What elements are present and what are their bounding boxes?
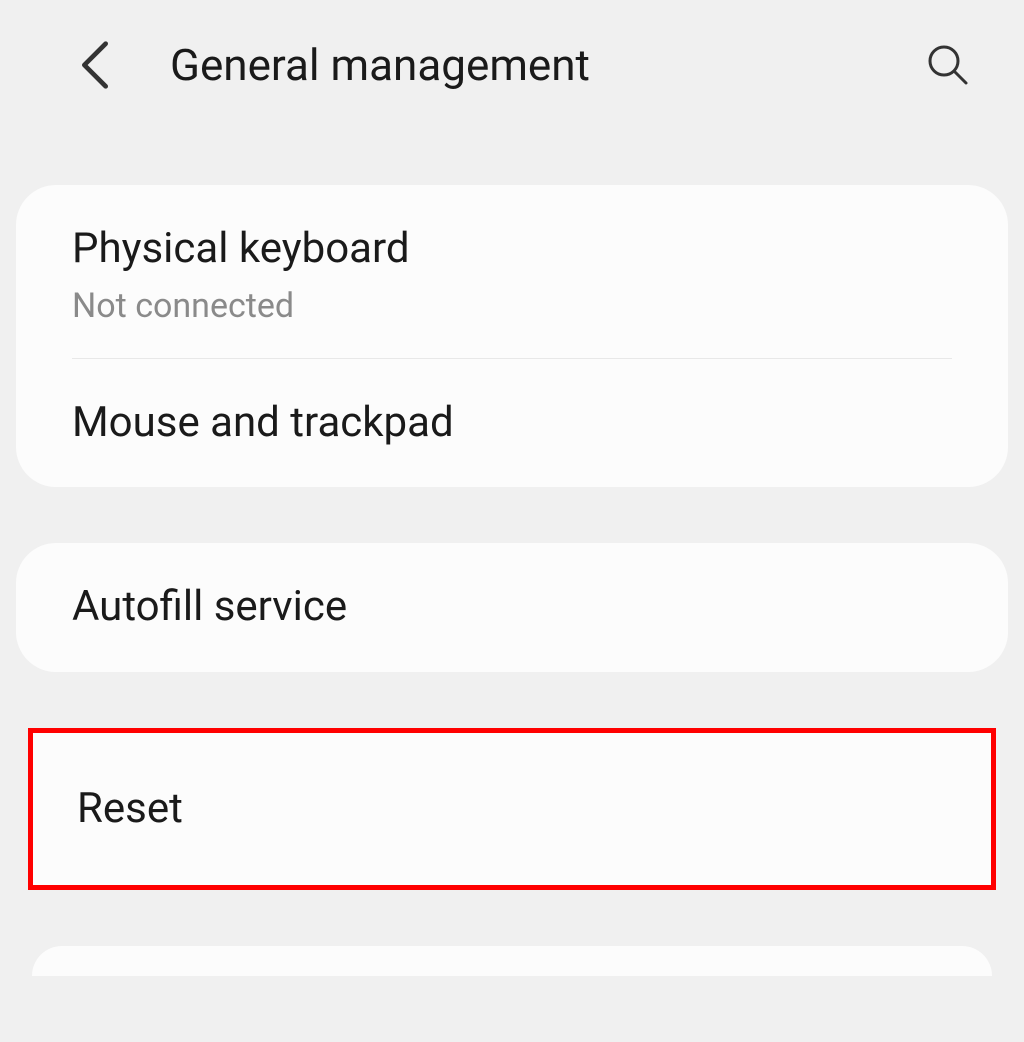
settings-group: Physical keyboard Not connected Mouse an… [16, 185, 1008, 487]
reset-item[interactable]: Reset [33, 733, 991, 886]
item-title: Mouse and trackpad [72, 397, 952, 450]
item-title: Autofill service [72, 581, 952, 634]
back-button[interactable] [70, 40, 120, 90]
physical-keyboard-item[interactable]: Physical keyboard Not connected [16, 185, 1008, 358]
item-title: Physical keyboard [72, 223, 952, 276]
settings-group-highlighted: Reset [28, 728, 996, 891]
item-subtitle: Not connected [72, 284, 952, 328]
search-button[interactable] [920, 37, 976, 93]
chevron-left-icon [79, 41, 111, 89]
autofill-service-item[interactable]: Autofill service [16, 543, 1008, 672]
item-title: Reset [77, 783, 947, 836]
settings-group-partial [32, 946, 992, 976]
header: General management [0, 0, 1024, 130]
settings-group: Autofill service [16, 543, 1008, 672]
settings-content: Physical keyboard Not connected Mouse an… [0, 130, 1024, 976]
search-icon [926, 43, 970, 87]
mouse-trackpad-item[interactable]: Mouse and trackpad [16, 359, 1008, 488]
page-title: General management [170, 39, 920, 91]
